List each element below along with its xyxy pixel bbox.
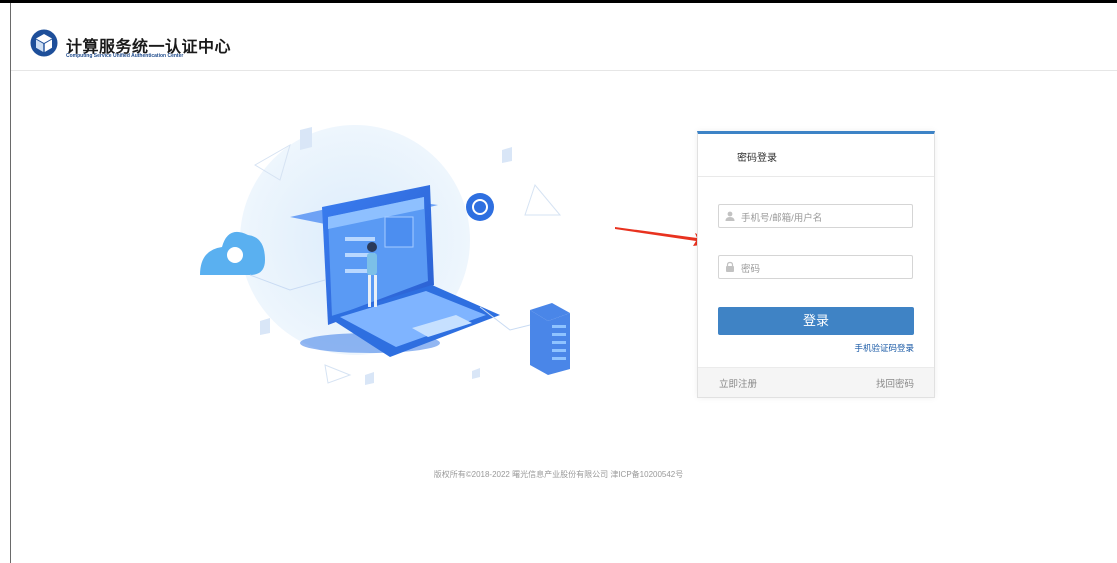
brand-subtitle: Computing Service Unified Authentication… [66,53,184,59]
lock-icon [726,261,734,272]
login-button[interactable]: 登录 [718,307,914,335]
sms-login-link[interactable]: 手机验证码登录 [854,342,914,354]
page-header: 计算服务统一认证中心 Computing Service Unified Aut… [11,3,1117,71]
username-placeholder: 手机号/邮箱/用户名 [741,213,823,224]
login-card: 密码登录 手机号/邮箱/用户名 密码 登录 手机验证码登录 立即注册 找回密码 [697,131,935,398]
password-field[interactable]: 密码 [718,255,913,279]
card-footer: 立即注册 找回密码 [698,367,934,397]
password-placeholder: 密码 [741,264,761,275]
tab-password-login[interactable]: 密码登录 [737,149,777,164]
register-link[interactable]: 立即注册 [719,376,757,390]
cube-logo-icon [30,29,58,57]
forgot-password-link[interactable]: 找回密码 [876,376,914,390]
tab-divider [698,176,934,177]
username-field[interactable]: 手机号/邮箱/用户名 [718,204,913,228]
laptop-illustration [200,125,570,385]
copyright-text: 版权所有©2018-2022 曙光信息产业股份有限公司 津ICP备1020054… [433,470,684,479]
user-icon [725,211,735,221]
